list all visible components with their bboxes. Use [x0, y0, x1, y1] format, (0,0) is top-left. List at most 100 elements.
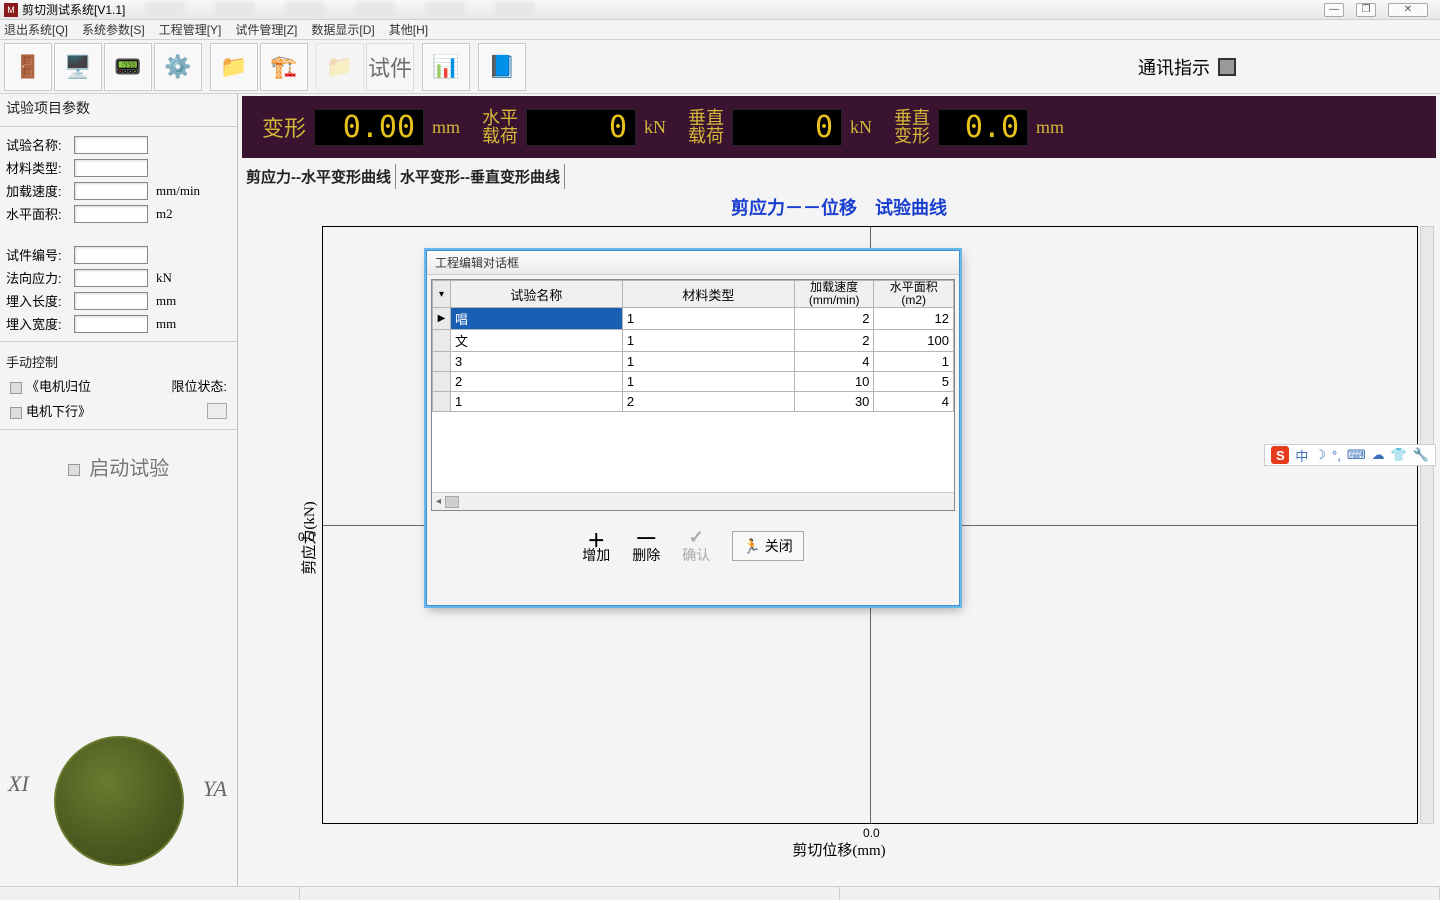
ime-cloud-icon[interactable]: ☁	[1372, 447, 1385, 463]
col-area[interactable]: 水平面积(m2)	[874, 281, 954, 308]
window-controls: — ❐ ✕	[1324, 3, 1436, 17]
start-test-button[interactable]: 启动试验	[0, 436, 237, 497]
menu-project-mgmt[interactable]: 工程管理[Y]	[159, 21, 222, 38]
plus-icon: ＋	[587, 527, 605, 545]
app-icon: M	[4, 3, 18, 17]
hload-value: 0	[526, 109, 636, 146]
test-name-label: 试验名称:	[6, 135, 70, 154]
runner-icon: 🏃	[743, 538, 760, 555]
chart-tab-strip: 剪应力--水平变形曲线 水平变形--垂直变形曲线	[242, 164, 1436, 189]
menu-system-params[interactable]: 系统参数[S]	[82, 21, 145, 38]
vdef-value: 0.0	[938, 109, 1028, 146]
logo-ya: YA	[203, 776, 227, 802]
comm-indicator: 通讯指示	[1138, 54, 1236, 80]
menu-exit[interactable]: 退出系统[Q]	[4, 21, 68, 38]
bury-length-input[interactable]	[74, 292, 148, 310]
ime-keyboard-icon[interactable]: ⌨	[1347, 447, 1366, 463]
manual-group-title: 手动控制	[0, 348, 237, 373]
vload-unit: kN	[850, 117, 872, 138]
ime-moon-icon[interactable]: ☽	[1314, 447, 1326, 463]
motor-home-check[interactable]: 《电机归位	[10, 376, 91, 395]
comm-label: 通讯指示	[1138, 54, 1210, 80]
x-axis-label: 剪切位移(mm)	[242, 839, 1436, 860]
minimize-button[interactable]: —	[1324, 3, 1344, 17]
table-row[interactable]: 3 1 4 1	[433, 352, 954, 372]
col-material[interactable]: 材料类型	[622, 281, 794, 308]
background-tabs-blur	[135, 0, 1260, 18]
table-row[interactable]: ▶ 唱 1 2 12	[433, 308, 954, 330]
menu-data-display[interactable]: 数据显示[D]	[311, 21, 374, 38]
menu-other[interactable]: 其他[H]	[389, 21, 428, 38]
dialog-confirm-button: ✓确认	[682, 527, 710, 565]
window-title: 剪切测试系统[V1.1]	[22, 1, 125, 18]
motor-down-check[interactable]: 电机下行》	[10, 401, 91, 420]
dialog-table[interactable]: ▾ 试验名称 材料类型 加载速度(mm/min) 水平面积(m2) ▶ 唱 1 …	[432, 280, 954, 412]
readout-strip: 变形 0.00 mm 水平载荷 0 kN 垂直载荷 0 kN 垂直变形 0.0 …	[242, 96, 1436, 158]
dialog-hscroll[interactable]: ◂	[432, 492, 954, 510]
tab-shear-hdef[interactable]: 剪应力--水平变形曲线	[242, 164, 396, 189]
ime-skin-icon[interactable]: 👕	[1391, 447, 1407, 463]
x-axis-tick: 0.0	[863, 826, 880, 840]
bury-width-input[interactable]	[74, 315, 148, 333]
dialog-close-button[interactable]: 🏃关闭	[732, 531, 803, 561]
table-row[interactable]: 1 2 30 4	[433, 392, 954, 412]
col-test-name[interactable]: 试验名称	[450, 281, 622, 308]
status-bar	[0, 886, 1440, 900]
toolbar-specimen-icon[interactable]: 试件	[366, 43, 414, 91]
logo-area: XI YA	[0, 716, 237, 886]
col-speed[interactable]: 加载速度(mm/min)	[794, 281, 874, 308]
project-edit-dialog: 工程编辑对话框 ▾ 试验名称 材料类型 加载速度(mm/min) 水平面积(m2…	[426, 250, 960, 606]
dialog-title: 工程编辑对话框	[427, 251, 959, 275]
corner-cell[interactable]: ▾	[433, 281, 451, 308]
toolbar-help-icon[interactable]: 📘	[478, 43, 526, 91]
globe-icon	[54, 736, 184, 866]
table-row[interactable]: 2 1 10 5	[433, 372, 954, 392]
ime-settings-icon[interactable]: 🔧	[1413, 447, 1429, 463]
ime-punct-icon[interactable]: °,	[1332, 448, 1341, 463]
maximize-button[interactable]: ❐	[1356, 3, 1376, 17]
toolbar-project-icon[interactable]: 🏗️	[260, 43, 308, 91]
dialog-add-button[interactable]: ＋增加	[582, 527, 610, 565]
vdef-unit: mm	[1036, 117, 1064, 138]
vload-label: 垂直载荷	[688, 109, 724, 145]
table-row[interactable]: 文 1 2 100	[433, 330, 954, 352]
tab-hdef-vdef[interactable]: 水平变形--垂直变形曲线	[396, 164, 565, 189]
bury-width-unit: mm	[156, 316, 176, 332]
toolbar-open-folder-icon[interactable]: 📁	[210, 43, 258, 91]
limit-status-label: 限位状态:	[171, 376, 227, 395]
toolbar-disabled-folder-icon: 📁	[316, 43, 364, 91]
h-area-unit: m2	[156, 206, 173, 222]
normal-stress-unit: kN	[156, 270, 172, 286]
specimen-no-input[interactable]	[74, 246, 148, 264]
normal-stress-input[interactable]	[74, 269, 148, 287]
vload-value: 0	[732, 109, 842, 146]
test-name-input[interactable]	[74, 136, 148, 154]
menu-specimen-mgmt[interactable]: 试件管理[Z]	[235, 21, 297, 38]
ime-toolbar[interactable]: S 中 ☽ °, ⌨ ☁ 👕 🔧	[1264, 444, 1436, 466]
hload-label: 水平载荷	[482, 109, 518, 145]
toolbar-exit-icon[interactable]: 🚪	[4, 43, 52, 91]
material-type-input[interactable]	[74, 159, 148, 177]
toolbar: 🚪 🖥️ 📟 ⚙️ 📁 🏗️ 📁 试件 📊 📘 通讯指示	[0, 40, 1440, 94]
close-button[interactable]: ✕	[1388, 3, 1428, 17]
toolbar-gauge-icon[interactable]: 📟	[104, 43, 152, 91]
row-marker-icon: ▶	[433, 308, 451, 330]
load-speed-label: 加载速度:	[6, 181, 70, 200]
limit-status-box	[207, 403, 227, 419]
dialog-delete-button[interactable]: —删除	[632, 527, 660, 565]
toolbar-system-icon[interactable]: 🖥️	[54, 43, 102, 91]
left-panel: 试验项目参数 试验名称: 材料类型: 加载速度:mm/min 水平面积:m2 试…	[0, 94, 238, 886]
logo-xi: XI	[8, 771, 29, 797]
params-group-title: 试验项目参数	[0, 94, 237, 120]
sogou-icon[interactable]: S	[1271, 446, 1289, 464]
h-area-input[interactable]	[74, 205, 148, 223]
title-bar: M 剪切测试系统[V1.1] — ❐ ✕	[0, 0, 1440, 20]
load-speed-input[interactable]	[74, 182, 148, 200]
toolbar-chart-icon[interactable]: 📊	[422, 43, 470, 91]
chart-vscroll[interactable]	[1420, 226, 1434, 824]
toolbar-machine-icon[interactable]: ⚙️	[154, 43, 202, 91]
bury-length-label: 埋入长度:	[6, 291, 70, 310]
deform-label: 变形	[262, 111, 306, 143]
ime-zhong[interactable]: 中	[1295, 446, 1308, 465]
dialog-table-wrap: ▾ 试验名称 材料类型 加载速度(mm/min) 水平面积(m2) ▶ 唱 1 …	[431, 279, 955, 511]
